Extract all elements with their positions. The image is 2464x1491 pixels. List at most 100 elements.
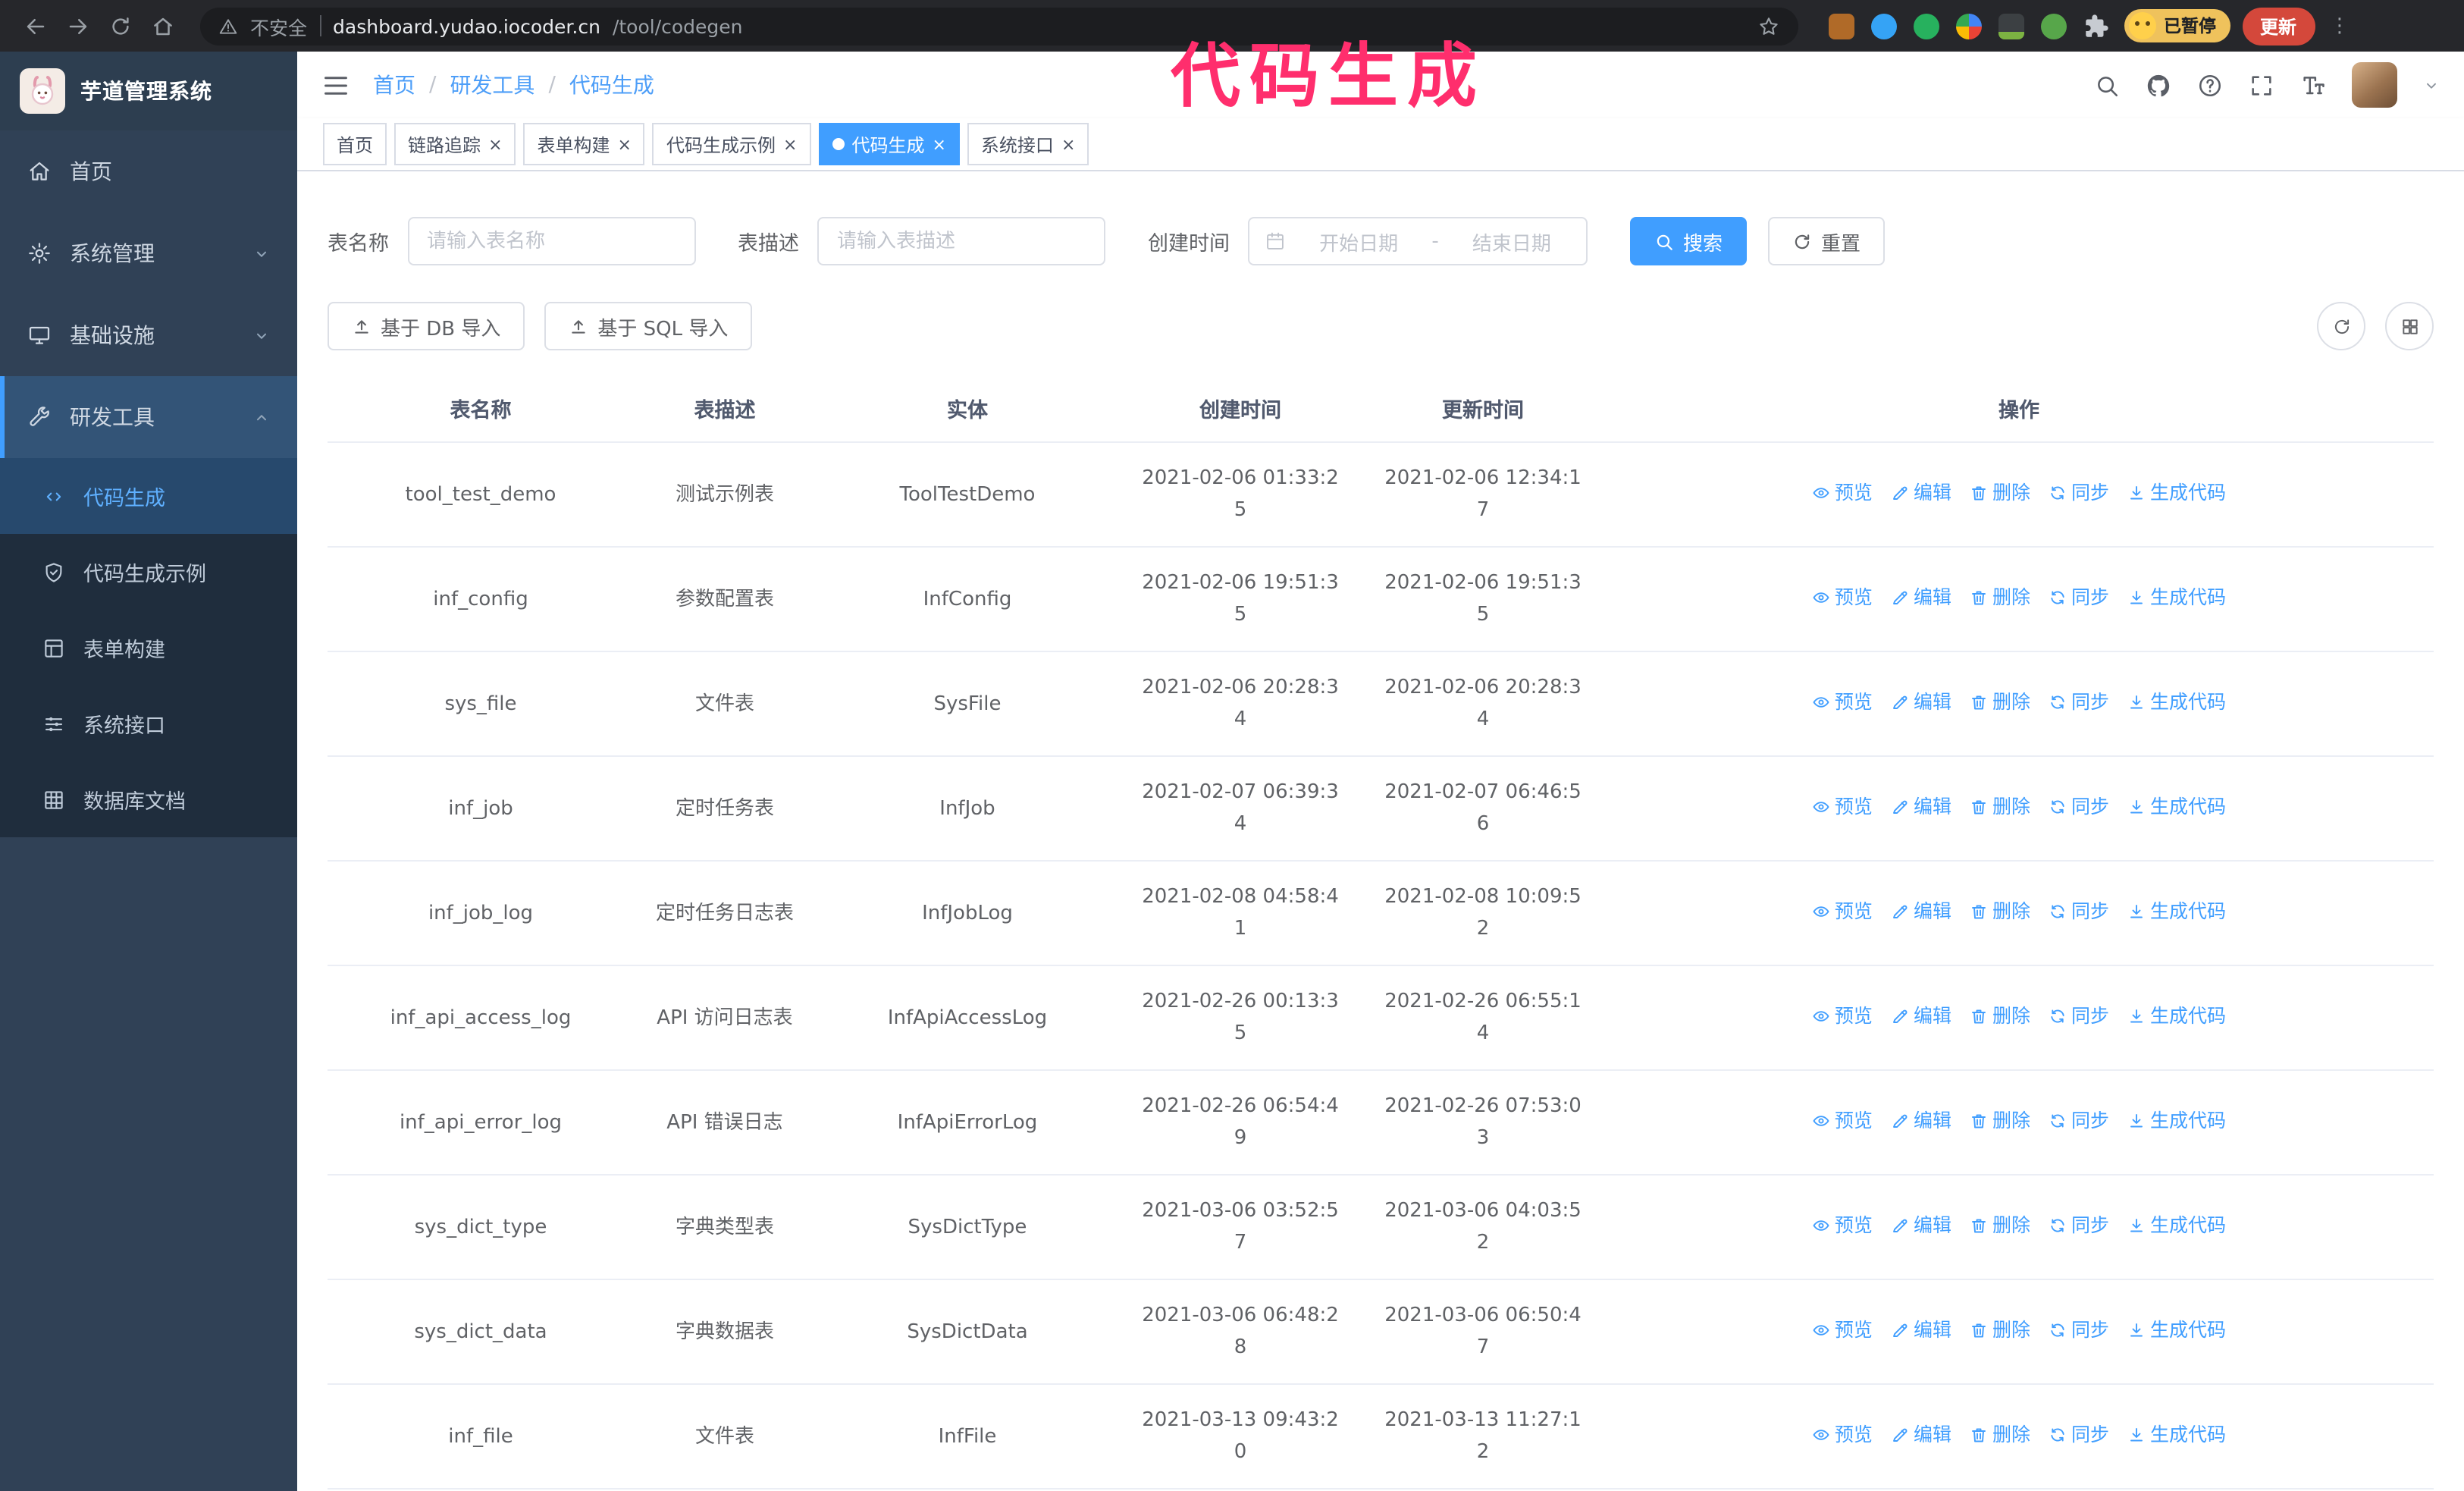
edit-link[interactable]: 编辑 [1891,1000,1951,1032]
import-db-button[interactable]: 基于 DB 导入 [328,302,525,350]
sync-link[interactable]: 同步 [2049,582,2109,614]
delete-link[interactable]: 删除 [1970,1000,2030,1032]
help-icon[interactable] [2197,72,2223,98]
extension-icon[interactable] [1998,13,2024,39]
extension-icon[interactable] [2041,13,2067,39]
hamburger-icon[interactable] [321,71,350,99]
close-icon[interactable]: × [488,136,502,152]
preview-link[interactable]: 预览 [1812,1419,1873,1451]
table-desc-input[interactable] [817,217,1105,265]
preview-link[interactable]: 预览 [1812,791,1873,823]
tab-trace[interactable]: 链路追踪 × [394,123,516,165]
sync-link[interactable]: 同步 [2049,686,2109,718]
sync-link[interactable]: 同步 [2049,477,2109,509]
close-icon[interactable]: × [783,136,797,152]
browser-forward-button[interactable] [58,6,97,46]
edit-link[interactable]: 编辑 [1891,582,1951,614]
edit-link[interactable]: 编辑 [1891,896,1951,928]
tab-home[interactable]: 首页 [323,123,387,165]
github-icon[interactable] [2146,72,2171,98]
edit-link[interactable]: 编辑 [1891,477,1951,509]
breadcrumb-home[interactable]: 首页 [373,70,415,100]
chrome-menu-icon[interactable]: ⋮ [2330,14,2350,37]
browser-reload-button[interactable] [100,6,140,46]
fullscreen-icon[interactable] [2249,72,2274,98]
reset-button[interactable]: 重置 [1768,217,1886,265]
edit-link[interactable]: 编辑 [1891,791,1951,823]
delete-link[interactable]: 删除 [1970,686,2030,718]
generate-code-link[interactable]: 生成代码 [2127,1314,2226,1346]
sidebar-item-system-management[interactable]: 系统管理 [0,212,297,294]
browser-back-button[interactable] [15,6,55,46]
profile-paused-badge[interactable]: 已暂停 [2124,9,2230,42]
delete-link[interactable]: 删除 [1970,896,2030,928]
browser-home-button[interactable] [143,6,182,46]
preview-link[interactable]: 预览 [1812,582,1873,614]
generate-code-link[interactable]: 生成代码 [2127,1210,2226,1241]
edit-link[interactable]: 编辑 [1891,1210,1951,1241]
sync-link[interactable]: 同步 [2049,1314,2109,1346]
tab-codegen[interactable]: 代码生成 × [818,123,960,165]
preview-link[interactable]: 预览 [1812,1210,1873,1241]
breadcrumb-dev-tools[interactable]: 研发工具 [450,70,534,100]
tab-system-api[interactable]: 系统接口 × [967,123,1089,165]
preview-link[interactable]: 预览 [1812,1105,1873,1137]
sync-link[interactable]: 同步 [2049,791,2109,823]
preview-link[interactable]: 预览 [1812,896,1873,928]
delete-link[interactable]: 删除 [1970,1210,2030,1241]
generate-code-link[interactable]: 生成代码 [2127,896,2226,928]
generate-code-link[interactable]: 生成代码 [2127,477,2226,509]
generate-code-link[interactable]: 生成代码 [2127,1419,2226,1451]
tab-codegen-example[interactable]: 代码生成示例 × [652,123,811,165]
edit-link[interactable]: 编辑 [1891,1419,1951,1451]
preview-link[interactable]: 预览 [1812,1000,1873,1032]
extension-icon[interactable] [1871,13,1897,39]
sync-link[interactable]: 同步 [2049,1105,2109,1137]
refresh-table-button[interactable] [2317,302,2365,350]
sidebar-item-db-doc[interactable]: 数据库文档 [0,761,297,837]
sync-link[interactable]: 同步 [2049,1419,2109,1451]
generate-code-link[interactable]: 生成代码 [2127,1000,2226,1032]
extension-icon[interactable] [1956,13,1982,39]
delete-link[interactable]: 删除 [1970,1314,2030,1346]
sidebar-item-infrastructure[interactable]: 基础设施 [0,294,297,376]
sidebar-item-codegen[interactable]: 代码生成 [0,458,297,534]
edit-link[interactable]: 编辑 [1891,686,1951,718]
sync-link[interactable]: 同步 [2049,1210,2109,1241]
close-icon[interactable]: × [1061,136,1075,152]
delete-link[interactable]: 删除 [1970,582,2030,614]
column-settings-button[interactable] [2385,302,2434,350]
close-icon[interactable]: × [618,136,632,152]
sync-link[interactable]: 同步 [2049,896,2109,928]
date-range-picker[interactable]: 开始日期 - 结束日期 [1248,217,1588,265]
extension-icon[interactable] [1914,13,1939,39]
generate-code-link[interactable]: 生成代码 [2127,686,2226,718]
delete-link[interactable]: 删除 [1970,1419,2030,1451]
generate-code-link[interactable]: 生成代码 [2127,791,2226,823]
user-avatar[interactable] [2352,62,2397,108]
sidebar-item-codegen-example[interactable]: 代码生成示例 [0,534,297,610]
sync-link[interactable]: 同步 [2049,1000,2109,1032]
extensions-puzzle-icon[interactable] [2083,13,2109,39]
preview-link[interactable]: 预览 [1812,477,1873,509]
tab-form-builder[interactable]: 表单构建 × [523,123,645,165]
generate-code-link[interactable]: 生成代码 [2127,582,2226,614]
preview-link[interactable]: 预览 [1812,686,1873,718]
delete-link[interactable]: 删除 [1970,1105,2030,1137]
edit-link[interactable]: 编辑 [1891,1314,1951,1346]
font-size-icon[interactable] [2300,72,2326,98]
sidebar-item-form-builder[interactable]: 表单构建 [0,610,297,686]
edit-link[interactable]: 编辑 [1891,1105,1951,1137]
delete-link[interactable]: 删除 [1970,791,2030,823]
url-bar[interactable]: 不安全 dashboard.yudao.iocoder.cn /tool/cod… [200,7,1798,45]
bookmark-star-icon[interactable] [1757,14,1780,37]
delete-link[interactable]: 删除 [1970,477,2030,509]
extension-icon[interactable] [1829,13,1854,39]
search-button[interactable]: 搜索 [1630,217,1748,265]
table-name-input[interactable] [407,217,695,265]
sidebar-item-dev-tools[interactable]: 研发工具 [0,376,297,458]
preview-link[interactable]: 预览 [1812,1314,1873,1346]
browser-update-button[interactable]: 更新 [2242,7,2315,45]
sidebar-item-system-api[interactable]: 系统接口 [0,686,297,761]
search-icon[interactable] [2094,72,2120,98]
